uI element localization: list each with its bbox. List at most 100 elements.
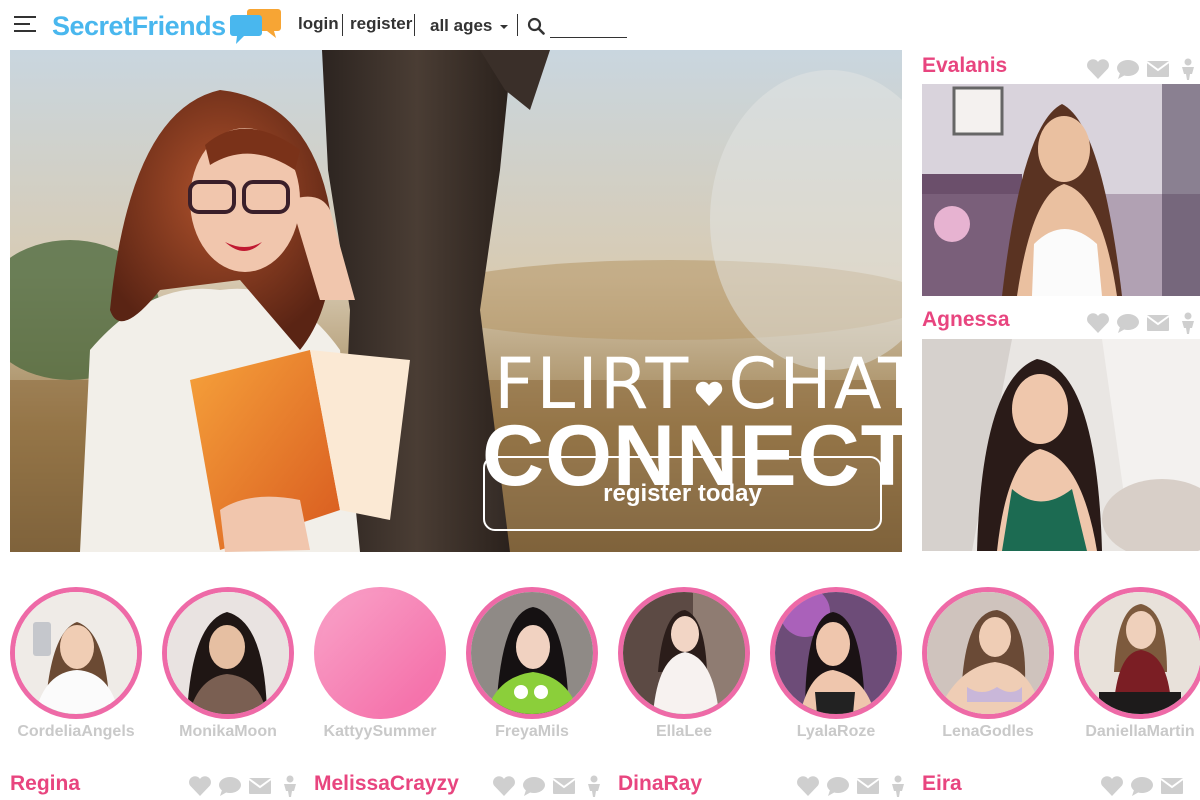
profile-photo-image	[922, 339, 1200, 551]
profile-name[interactable]: Agnessa	[922, 308, 1010, 332]
avatar	[471, 592, 593, 714]
heart-icon	[696, 381, 723, 406]
profile-name[interactable]: MelissaCrayzy	[314, 772, 459, 796]
profile-name[interactable]: EllaLee	[598, 723, 770, 741]
avatar-ring	[10, 587, 142, 719]
profile-card[interactable]: Evalanis	[922, 54, 1200, 300]
avatar	[927, 592, 1049, 714]
avatar	[623, 592, 745, 714]
chat-icon[interactable]	[826, 775, 850, 797]
profile-actions	[188, 775, 302, 797]
avatar-ring	[1074, 587, 1200, 719]
avatar-ring	[162, 587, 294, 719]
hero-banner[interactable]: FLIRT CHAT CONNECT register today	[10, 50, 902, 552]
profile-actions	[796, 775, 910, 797]
avatar-ring	[314, 587, 446, 719]
avatar-ring	[770, 587, 902, 719]
divider	[517, 14, 518, 36]
profile-name[interactable]: Eira	[922, 772, 962, 796]
register-today-button[interactable]: register today	[483, 456, 882, 531]
login-link[interactable]: login	[298, 14, 339, 34]
profile-name[interactable]: LyalaRoze	[750, 723, 922, 741]
mail-icon[interactable]	[1160, 775, 1184, 797]
ages-dropdown[interactable]: all ages	[430, 16, 509, 36]
avatar	[1079, 592, 1200, 714]
profile-name[interactable]: CordeliaAngels	[0, 723, 162, 741]
caret-down-icon	[500, 25, 509, 29]
heart-icon[interactable]	[1100, 775, 1124, 797]
profile-name[interactable]: KattyySummer	[294, 723, 466, 741]
heart-icon[interactable]	[188, 775, 212, 797]
mail-icon[interactable]	[1146, 58, 1170, 80]
profile-card[interactable]: Agnessa	[922, 308, 1200, 554]
avatar-image	[1079, 592, 1200, 714]
person-icon[interactable]	[1176, 312, 1200, 334]
search-icon[interactable]	[527, 17, 545, 35]
profile-name[interactable]: DinaRay	[618, 772, 702, 796]
profile-actions	[1100, 775, 1184, 797]
logo[interactable]: SecretFriends	[52, 6, 282, 46]
profile-name[interactable]: DaniellaMartin	[1054, 723, 1200, 741]
person-icon[interactable]	[278, 775, 302, 797]
avatar-image	[167, 592, 289, 714]
profile-circle[interactable]: FreyaMils	[466, 587, 598, 740]
profile-circle[interactable]: MonikaMoon	[162, 587, 294, 740]
profile-actions	[1086, 58, 1200, 80]
chat-icon[interactable]	[522, 775, 546, 797]
heart-icon[interactable]	[1086, 58, 1110, 80]
avatar	[167, 592, 289, 714]
profile-circle[interactable]: EllaLee	[618, 587, 750, 740]
profile-actions	[492, 775, 606, 797]
mail-icon[interactable]	[248, 775, 272, 797]
person-icon[interactable]	[1176, 58, 1200, 80]
divider	[342, 14, 343, 36]
person-icon[interactable]	[582, 775, 606, 797]
profile-circle[interactable]: KattyySummer	[314, 587, 446, 740]
avatar	[775, 592, 897, 714]
mail-icon[interactable]	[856, 775, 880, 797]
profile-circle[interactable]: LenaGodles	[922, 587, 1054, 740]
profile-photo[interactable]	[922, 84, 1200, 296]
heart-icon[interactable]	[1086, 312, 1110, 334]
chat-bubbles-icon	[229, 9, 281, 44]
divider	[414, 14, 415, 36]
profile-photo[interactable]	[922, 339, 1200, 551]
profile-name[interactable]: FreyaMils	[446, 723, 618, 741]
avatar-placeholder	[319, 592, 441, 714]
heart-icon[interactable]	[796, 775, 820, 797]
avatar-image	[775, 592, 897, 714]
avatar-ring	[922, 587, 1054, 719]
avatar	[15, 592, 137, 714]
logo-friends: Friends	[131, 10, 227, 41]
search-input[interactable]	[550, 14, 627, 38]
chat-icon[interactable]	[218, 775, 242, 797]
profile-name[interactable]: LenaGodles	[902, 723, 1074, 741]
heart-icon[interactable]	[492, 775, 516, 797]
avatar-image	[471, 592, 593, 714]
register-link[interactable]: register	[350, 14, 412, 34]
avatar-image	[927, 592, 1049, 714]
person-icon[interactable]	[886, 775, 910, 797]
profile-circle[interactable]: LyalaRoze	[770, 587, 902, 740]
chat-icon[interactable]	[1130, 775, 1154, 797]
profile-actions	[1086, 312, 1200, 334]
chat-icon[interactable]	[1116, 312, 1140, 334]
mail-icon[interactable]	[1146, 312, 1170, 334]
avatar-image	[15, 592, 137, 714]
menu-icon[interactable]	[14, 14, 36, 34]
profile-circle[interactable]: CordeliaAngels	[10, 587, 142, 740]
profile-name[interactable]: Evalanis	[922, 54, 1007, 78]
profile-circle[interactable]: DaniellaMartin	[1074, 587, 1200, 740]
chat-icon[interactable]	[1116, 58, 1140, 80]
profile-name[interactable]: MonikaMoon	[142, 723, 314, 741]
page: SecretFriends login register all ages FL…	[0, 0, 1200, 800]
profile-name[interactable]: Regina	[10, 772, 80, 796]
profile-photo-image	[922, 84, 1200, 296]
avatar-image	[623, 592, 745, 714]
avatar-ring	[466, 587, 598, 719]
avatar-ring	[618, 587, 750, 719]
logo-secret: Secret	[52, 10, 132, 41]
logo-text: SecretFriends	[52, 11, 226, 42]
mail-icon[interactable]	[552, 775, 576, 797]
header: SecretFriends login register all ages	[0, 0, 1200, 50]
